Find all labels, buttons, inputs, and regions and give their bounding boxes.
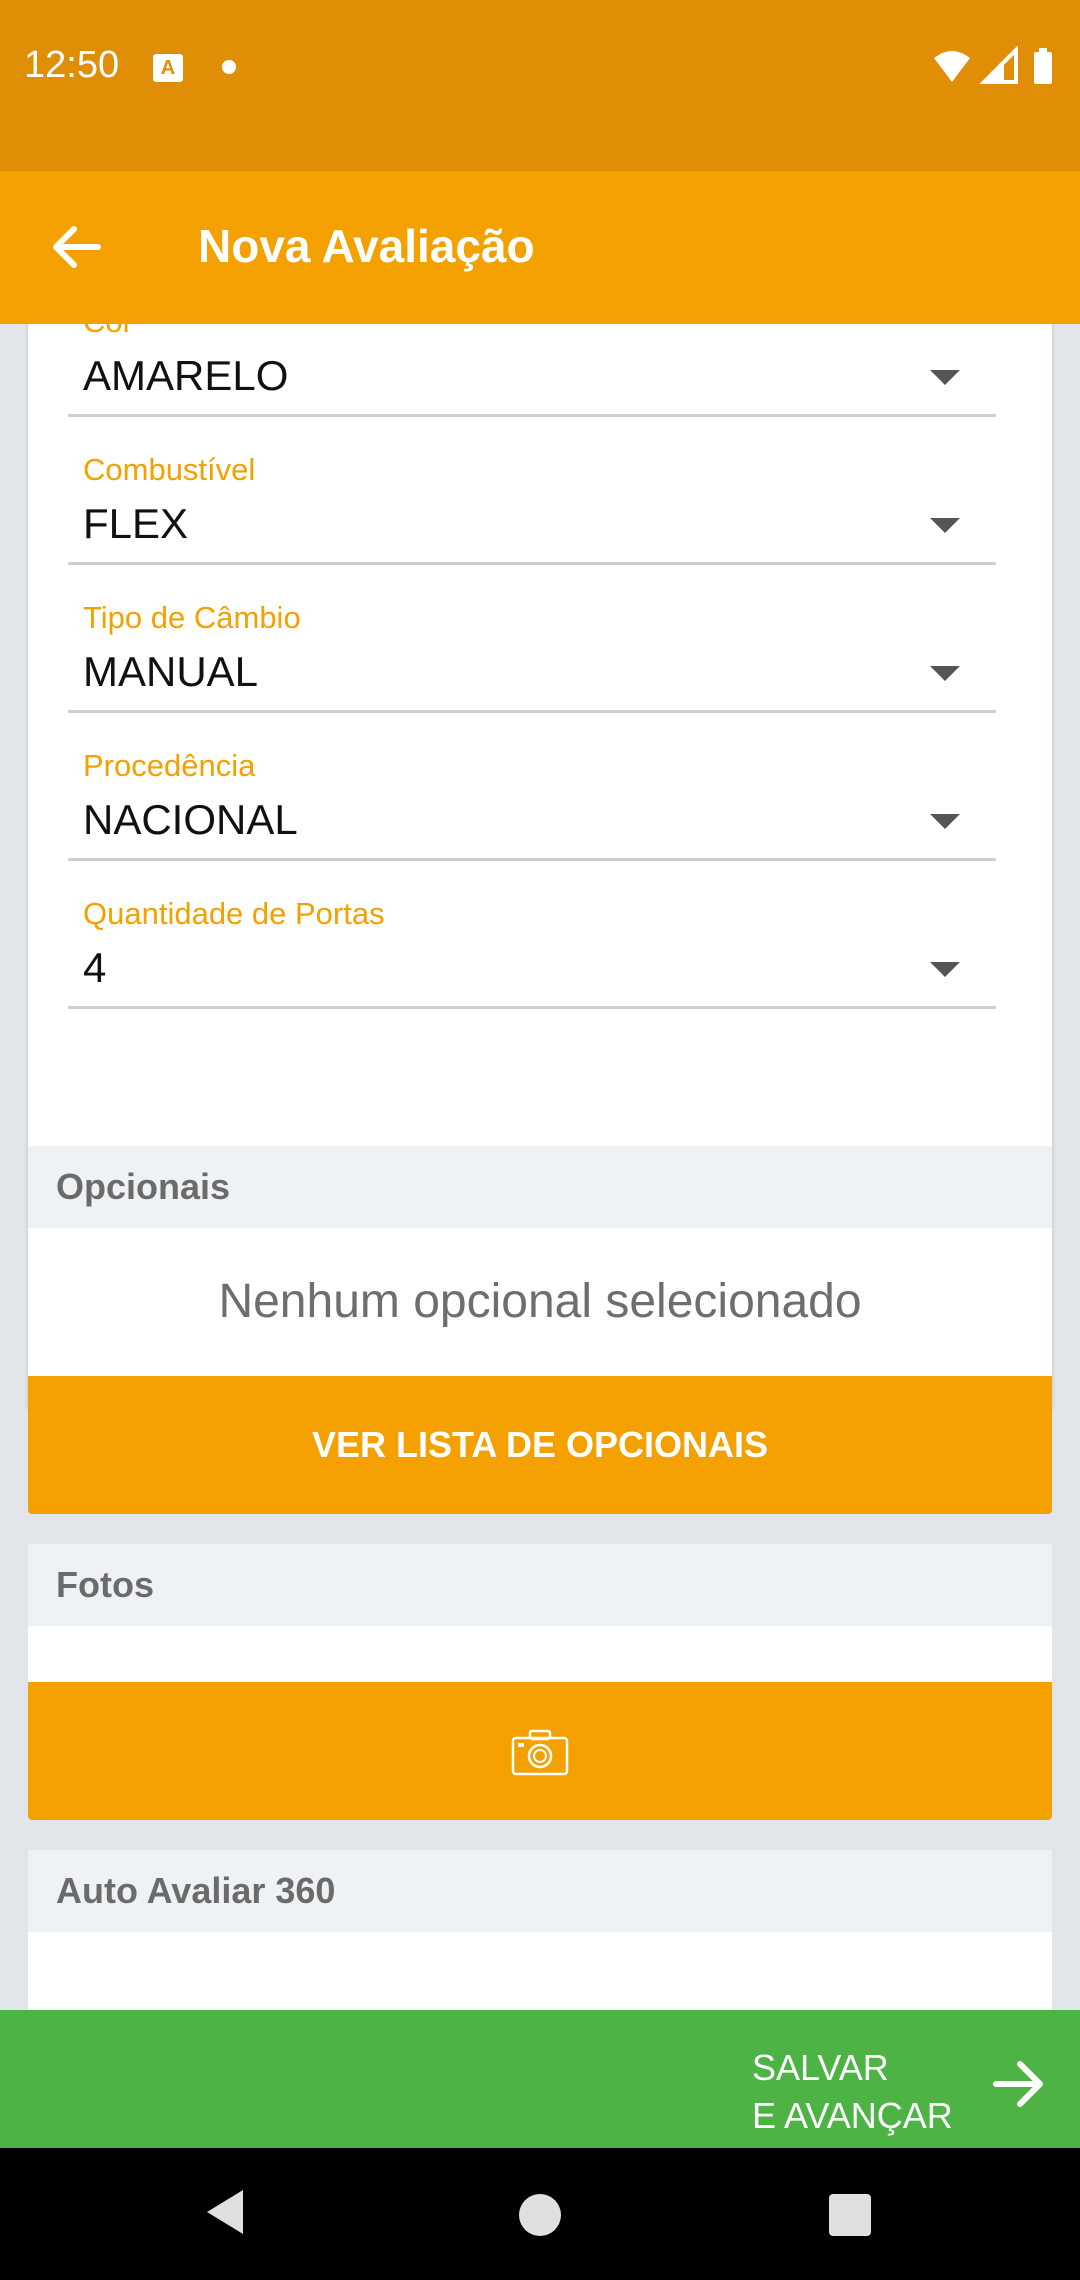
field-label: Tipo de Câmbio: [83, 600, 301, 635]
battery-icon: [1034, 52, 1052, 84]
field-procedencia[interactable]: Procedência NACIONAL: [68, 748, 996, 896]
form-content[interactable]: Cor AMARELO Combustível FLEX Tipo de Câm…: [0, 324, 1080, 2010]
auto-avaliar-360-section: Auto Avaliar 360: [28, 1850, 1052, 2010]
ver-lista-opcionais-button[interactable]: VER LISTA DE OPCIONAIS: [28, 1376, 1052, 1514]
field-underline: [68, 858, 996, 861]
field-label: Cor: [83, 324, 133, 340]
field-underline: [68, 414, 996, 417]
save-and-continue-button[interactable]: SALVAR E AVANÇAR: [0, 2010, 1080, 2148]
wifi-icon: [934, 51, 970, 82]
opcionais-header: Opcionais: [28, 1146, 1052, 1228]
auto-avaliar-360-header: Auto Avaliar 360: [28, 1850, 1052, 1932]
dropdown-arrow-icon: [930, 370, 960, 385]
status-bar: 12:50 A: [0, 0, 1080, 171]
camera-icon: [511, 1730, 569, 1776]
dropdown-arrow-icon: [930, 666, 960, 681]
nav-home-icon[interactable]: [519, 2194, 561, 2236]
notification-dot-icon: [222, 60, 236, 74]
notification-app-icon: A: [153, 54, 183, 82]
save-label: SALVAR E AVANÇAR: [752, 2044, 953, 2140]
back-arrow-icon[interactable]: [40, 211, 112, 283]
opcionais-section: Opcionais Nenhum opcional selecionado VE…: [28, 1146, 1052, 1514]
nav-recents-icon[interactable]: [829, 2194, 871, 2236]
field-quantidade-portas[interactable]: Quantidade de Portas 4: [68, 896, 996, 1044]
dropdown-arrow-icon: [930, 814, 960, 829]
auto-avaliar-360-body: [28, 1932, 1052, 2010]
app-bar: Nova Avaliação: [0, 171, 1080, 324]
page-title: Nova Avaliação: [198, 220, 535, 272]
field-value: 4: [83, 944, 107, 991]
fotos-body: [28, 1626, 1052, 1682]
notification-app-letter: A: [160, 57, 176, 79]
field-combustivel[interactable]: Combustível FLEX: [68, 452, 996, 600]
field-value: NACIONAL: [83, 796, 298, 843]
opcionais-body: Nenhum opcional selecionado: [28, 1228, 1052, 1376]
forward-arrow-icon: [993, 2061, 1043, 2107]
dropdown-arrow-icon: [930, 518, 960, 533]
fotos-section: Fotos: [28, 1544, 1052, 1820]
field-value: MANUAL: [83, 648, 259, 695]
field-underline: [68, 710, 996, 713]
status-icons: [934, 46, 1052, 84]
field-underline: [68, 562, 996, 565]
system-nav-bar: [0, 2148, 1080, 2280]
field-value: AMARELO: [83, 352, 289, 399]
field-label: Quantidade de Portas: [83, 896, 385, 931]
field-tipo-cambio[interactable]: Tipo de Câmbio MANUAL: [68, 600, 996, 748]
field-label: Combustível: [83, 452, 256, 487]
status-time: 12:50: [24, 44, 120, 86]
fotos-header: Fotos: [28, 1544, 1052, 1626]
take-photo-button[interactable]: [28, 1682, 1052, 1820]
field-cor[interactable]: Cor AMARELO: [68, 324, 996, 452]
dropdown-arrow-icon: [930, 962, 960, 977]
field-value: FLEX: [83, 500, 189, 547]
field-label: Procedência: [83, 748, 256, 783]
nav-back-icon[interactable]: [205, 2188, 245, 2236]
field-underline: [68, 1006, 996, 1009]
save-label-line1: SALVAR: [752, 2047, 889, 2088]
save-label-line2: E AVANÇAR: [752, 2095, 953, 2136]
empty-opcionais-text: Nenhum opcional selecionado: [218, 1275, 862, 1328]
